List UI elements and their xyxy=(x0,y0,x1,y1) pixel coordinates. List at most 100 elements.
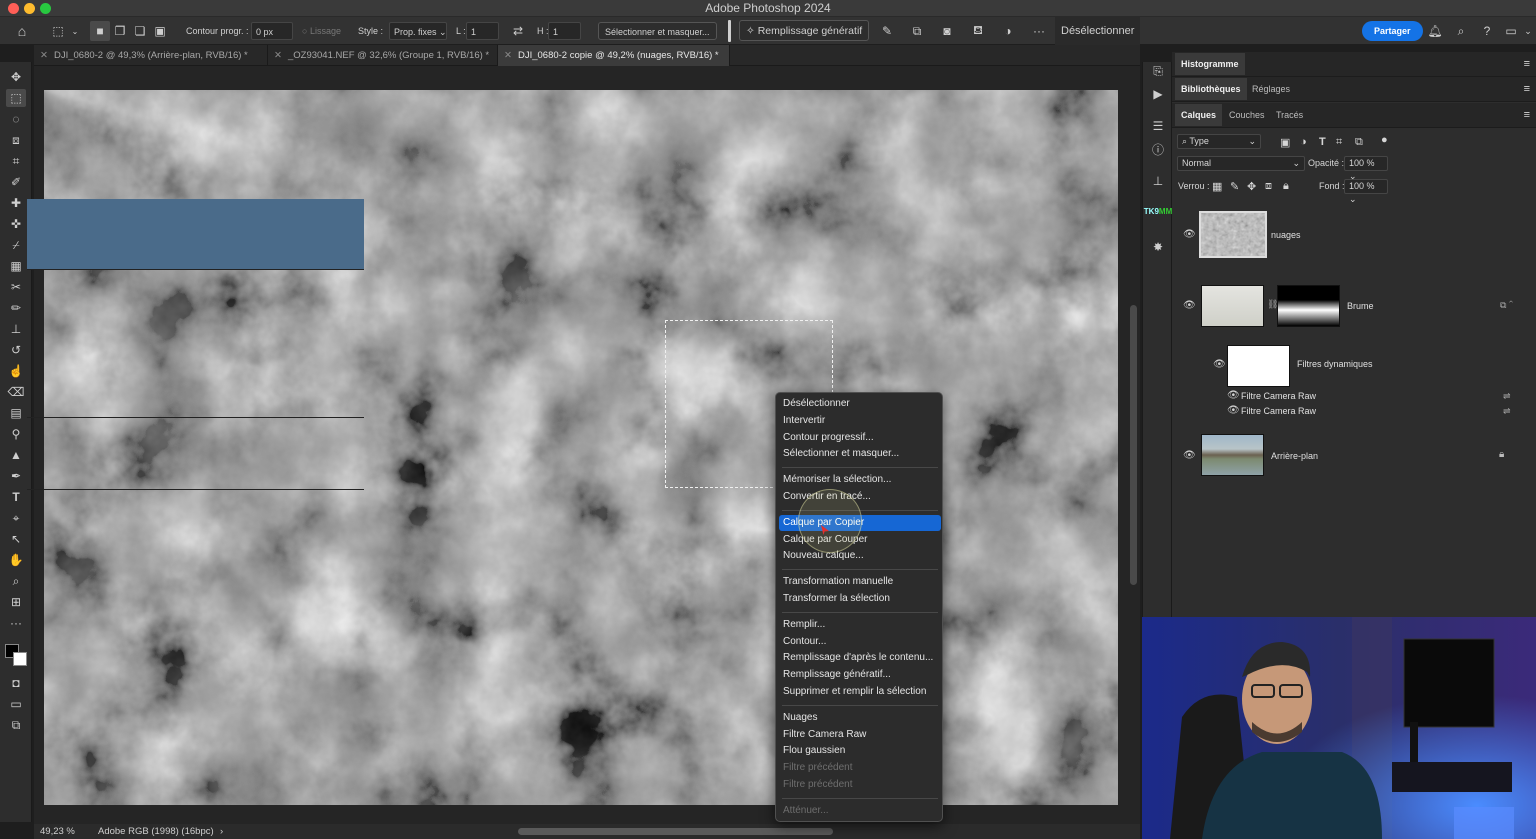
patch-tool-icon[interactable]: ▦ xyxy=(6,257,26,275)
search-icon[interactable]: ⌕ xyxy=(1451,21,1471,41)
crop-tool-icon[interactable]: ⌗ xyxy=(6,152,26,170)
tab-libraries[interactable]: Bibliothèques xyxy=(1175,78,1247,100)
swap-dimensions-icon[interactable]: ⇄ xyxy=(508,21,528,41)
sharpen-tool-icon[interactable]: ▲ xyxy=(6,446,26,464)
gradient-tool-icon[interactable]: ▤ xyxy=(6,404,26,422)
layer-name[interactable]: nuages xyxy=(1271,230,1301,240)
more-tools-icon[interactable]: ··· xyxy=(6,614,26,632)
menu-item[interactable]: Contour... xyxy=(779,634,941,650)
tab-document-2[interactable]: ✕ _OZ93041.NEF @ 32,6% (Groupe 1, RVB/16)… xyxy=(268,45,498,66)
menu-item[interactable]: Calque par Copier xyxy=(779,514,941,531)
smudge-tool-icon[interactable]: ☝ xyxy=(6,362,26,380)
tab-paths[interactable]: Tracés xyxy=(1270,104,1309,126)
background-color-swatch[interactable] xyxy=(13,652,27,666)
frame-tool-icon[interactable]: ⊞ xyxy=(6,593,26,611)
filter-adjust-icon[interactable]: ◑ xyxy=(1300,136,1307,148)
fill-bucket-icon[interactable]: ⛾ xyxy=(968,21,988,41)
menu-item[interactable]: Transformation manuelle xyxy=(779,574,941,590)
close-window-button[interactable] xyxy=(8,3,19,14)
home-icon[interactable]: ⌂ xyxy=(12,21,32,41)
filter-smart-icon[interactable]: ⧉ xyxy=(1355,136,1363,149)
tk9-plugin-icon[interactable]: TK9 MM xyxy=(1144,203,1172,221)
screen-mode-icon[interactable]: ▭ xyxy=(6,695,26,713)
lock-move-icon[interactable]: ✥ xyxy=(1247,180,1256,193)
menu-item[interactable]: Mémoriser la sélection... xyxy=(779,472,941,488)
lock-artboard-icon[interactable]: ⧈ xyxy=(1265,180,1272,193)
close-tab-icon[interactable]: ✕ xyxy=(274,50,282,61)
hand-tool-icon[interactable]: ✋ xyxy=(6,551,26,569)
help-icon[interactable]: ? xyxy=(1477,21,1497,41)
menu-item[interactable]: Nouveau calque... xyxy=(779,548,941,564)
spot-heal-tool-icon[interactable]: ✜ xyxy=(6,215,26,233)
menu-item[interactable]: Transformer la sélection xyxy=(779,591,941,607)
filter-options-icon[interactable]: ⇌ xyxy=(1503,406,1511,417)
height-input[interactable]: 1 xyxy=(548,22,581,40)
fill-input[interactable]: 100 % ⌄ xyxy=(1344,179,1388,204)
type-tool-icon[interactable]: T xyxy=(6,488,26,506)
history-brush-tool-icon[interactable]: ↺ xyxy=(6,341,26,359)
visibility-eye-icon[interactable]: 👁︎ xyxy=(1183,451,1196,461)
zoom-tool-icon[interactable]: ⌕ xyxy=(6,572,26,590)
healing-tool-icon[interactable]: ✚ xyxy=(6,194,26,212)
menu-item[interactable]: Désélectionner xyxy=(779,396,941,412)
vertical-scrollbar[interactable] xyxy=(1130,305,1137,585)
menu-item[interactable]: Flou gaussien xyxy=(779,743,941,759)
tab-document-1[interactable]: ✕ DJI_0680-2 @ 49,3% (Arrière-plan, RVB/1… xyxy=(34,45,268,66)
filter-toggle-icon[interactable]: ● xyxy=(1381,134,1388,146)
blend-mode-select[interactable]: Normal ⌄ xyxy=(1177,156,1305,171)
filter-options-icon[interactable]: ⇌ xyxy=(1503,391,1511,402)
plugin-star-icon[interactable]: ✸ xyxy=(1148,238,1168,256)
close-tab-icon[interactable]: ✕ xyxy=(40,50,48,61)
chevron-down-icon[interactable]: ⌄ xyxy=(1518,21,1536,41)
tab-layers[interactable]: Calques xyxy=(1175,104,1223,126)
menu-item[interactable]: Calque par Couper xyxy=(779,532,941,548)
layer-row-background[interactable] xyxy=(27,418,364,490)
path-select-tool-icon[interactable]: ⌖ xyxy=(6,509,26,527)
tab-histogram[interactable]: Histogramme xyxy=(1175,53,1245,75)
lock-all-icon[interactable]: 🔒︎ xyxy=(1283,180,1289,193)
menu-item[interactable]: Supprimer et remplir la sélection xyxy=(779,684,941,700)
adjustment-icon[interactable]: ◑ xyxy=(998,21,1018,41)
opacity-input[interactable]: 100 % ⌄ xyxy=(1344,156,1388,181)
antialias-checkbox[interactable]: ○ Lissage xyxy=(302,22,341,40)
menu-item[interactable]: Intervertir xyxy=(779,413,941,429)
layer-row-nuages[interactable] xyxy=(27,199,364,270)
visibility-eye-icon[interactable]: 👁︎ xyxy=(1227,406,1240,416)
panel-menu-icon[interactable]: ≡ xyxy=(1524,83,1530,95)
brush-tool-icon[interactable]: ✏ xyxy=(6,299,26,317)
dodge-tool-icon[interactable]: ⚲ xyxy=(6,425,26,443)
menu-item[interactable]: Nuages xyxy=(779,710,941,726)
visibility-eye-icon[interactable]: 👁︎ xyxy=(1183,230,1196,240)
play-actions-icon[interactable]: ▶ xyxy=(1148,85,1168,103)
width-input[interactable]: 1 xyxy=(466,22,499,40)
menu-item[interactable]: Remplissage d'après le contenu... xyxy=(779,650,941,666)
add-selection-icon[interactable]: ❐ xyxy=(110,21,130,41)
menu-item[interactable]: Convertir en tracé... xyxy=(779,489,941,505)
intersect-selection-icon[interactable]: ▣ xyxy=(150,21,170,41)
smart-filter-name[interactable]: Filtre Camera Raw xyxy=(1241,406,1316,416)
smart-filter-mask-thumbnail[interactable] xyxy=(1227,345,1290,387)
move-tool-icon[interactable]: ✥ xyxy=(6,68,26,86)
stamp-panel-icon[interactable]: ⊥ xyxy=(1148,172,1168,190)
filter-type-icon[interactable]: T xyxy=(1319,136,1326,148)
transform-selection-icon[interactable]: ⧉ xyxy=(907,21,927,41)
visibility-eye-icon[interactable]: 👁︎ xyxy=(1227,391,1240,401)
horizontal-scrollbar[interactable] xyxy=(518,828,833,835)
menu-item[interactable]: Sélectionner et masquer... xyxy=(779,446,941,462)
lock-transparent-icon[interactable]: ▦ xyxy=(1212,180,1222,193)
feather-input[interactable]: 0 px xyxy=(251,22,293,40)
more-options-icon[interactable]: ··· xyxy=(1029,21,1049,41)
tab-adjustments[interactable]: Réglages xyxy=(1246,78,1296,100)
stamp-tool-icon[interactable]: ⊥ xyxy=(6,320,26,338)
menu-item[interactable]: Contour progressif... xyxy=(779,430,941,446)
layer-name[interactable]: Arrière-plan xyxy=(1271,451,1318,461)
object-select-tool-icon[interactable]: ⧈ xyxy=(6,131,26,149)
history-icon[interactable]: ⎘ xyxy=(1148,62,1168,80)
zoom-level[interactable]: 49,23 % xyxy=(40,824,75,839)
tab-document-3[interactable]: ✕ DJI_0680-2 copie @ 49,2% (nuages, RVB/1… xyxy=(498,45,730,66)
zoom-window-button[interactable] xyxy=(40,3,51,14)
visibility-eye-icon[interactable]: 👁︎ xyxy=(1213,360,1226,370)
properties-icon[interactable]: ☰ xyxy=(1148,117,1168,135)
info-icon[interactable]: ⓘ xyxy=(1148,140,1168,158)
menu-item[interactable]: Remplir... xyxy=(779,617,941,633)
